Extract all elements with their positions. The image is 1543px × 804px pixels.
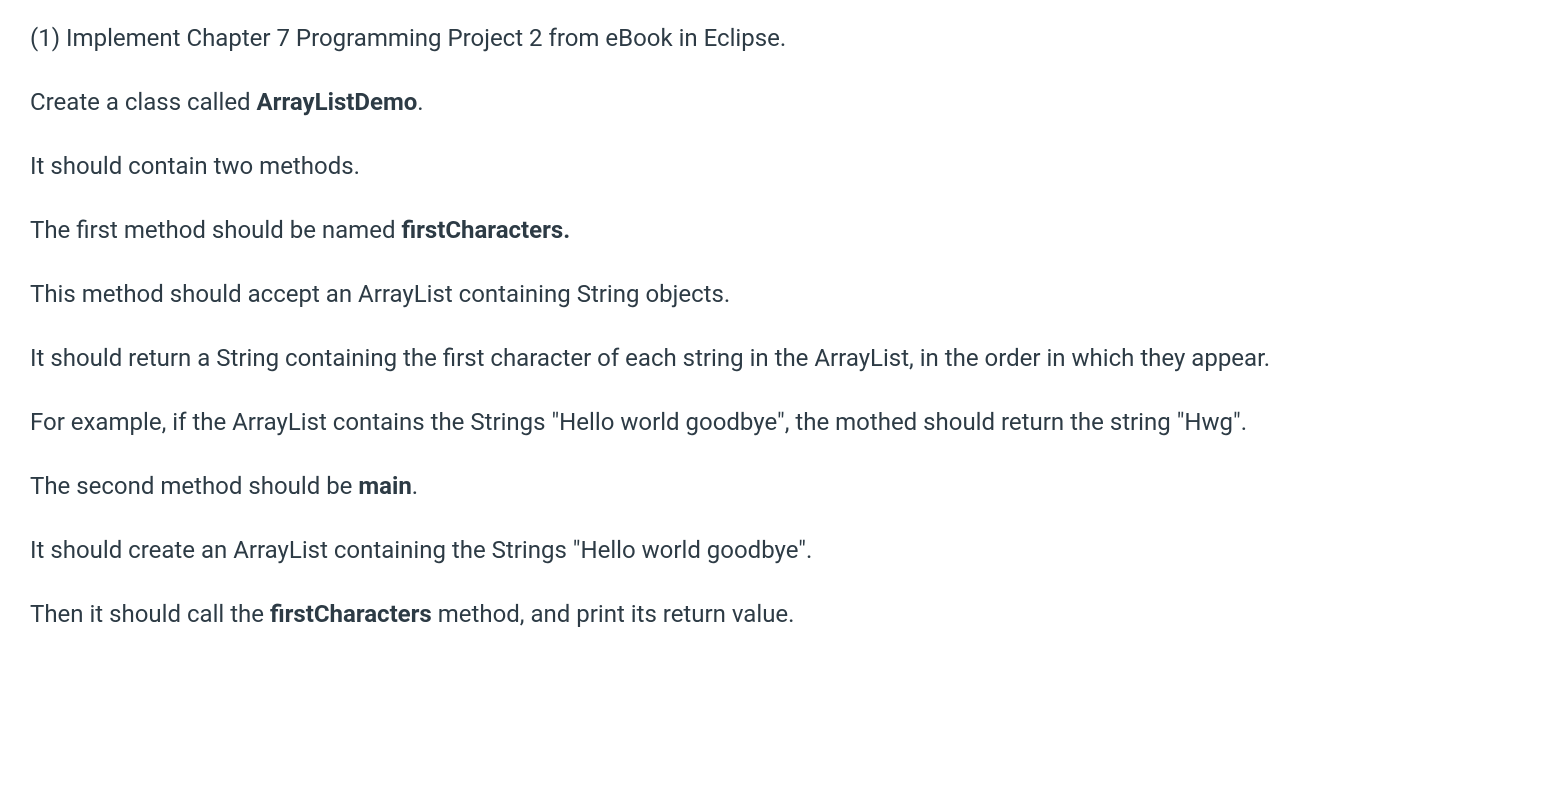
text-suffix: . <box>417 88 423 116</box>
method-name-bold: firstCharacters. <box>401 216 570 244</box>
paragraph-8: The second method should be main. <box>30 468 1513 504</box>
text-prefix: The second method should be <box>30 472 358 500</box>
class-name-bold: ArrayListDemo <box>257 88 418 116</box>
text-prefix: The first method should be named <box>30 216 401 244</box>
text-prefix: Then it should call the <box>30 600 270 628</box>
text-suffix: method, and print its return value. <box>432 600 795 628</box>
paragraph-9: It should create an ArrayList containing… <box>30 532 1513 568</box>
paragraph-10: Then it should call the firstCharacters … <box>30 596 1513 632</box>
text-prefix: Create a class called <box>30 88 257 116</box>
paragraph-5: This method should accept an ArrayList c… <box>30 276 1513 312</box>
text-suffix: . <box>412 472 418 500</box>
paragraph-7: For example, if the ArrayList contains t… <box>30 404 1513 440</box>
method-name-bold: main <box>358 472 411 500</box>
paragraph-2: Create a class called ArrayListDemo. <box>30 84 1513 120</box>
paragraph-1: (1) Implement Chapter 7 Programming Proj… <box>30 20 1513 56</box>
paragraph-6: It should return a String containing the… <box>30 340 1513 376</box>
method-name-bold: firstCharacters <box>270 600 432 628</box>
paragraph-3: It should contain two methods. <box>30 148 1513 184</box>
paragraph-4: The first method should be named firstCh… <box>30 212 1513 248</box>
